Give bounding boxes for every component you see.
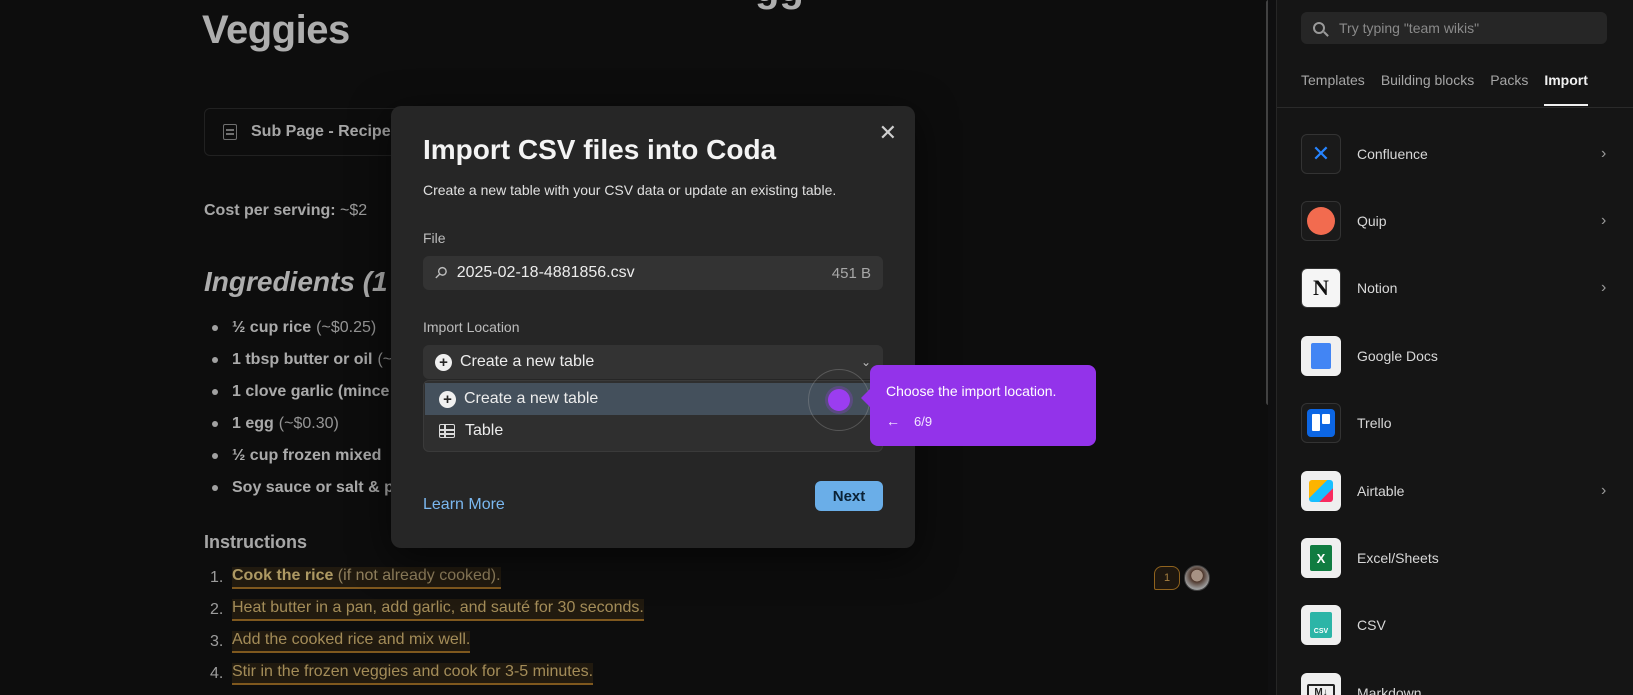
airtable-logo-icon	[1301, 470, 1341, 511]
next-button[interactable]: Next	[815, 481, 883, 511]
menu-item-label: Create a new table	[464, 390, 599, 407]
panel-tabs: Templates Building blocks Packs Import	[1301, 68, 1588, 106]
menu-item-label: Table	[465, 422, 504, 439]
insert-panel: Templates Building blocks Packs Import ✕…	[1276, 0, 1633, 695]
google-docs-logo-icon	[1301, 335, 1341, 376]
import-item-confluence[interactable]: ✕ Confluence ›	[1301, 120, 1611, 187]
import-item-label: Google Docs	[1357, 347, 1438, 364]
chevron-right-icon: ›	[1601, 481, 1607, 499]
chevron-down-icon: ⌄	[860, 355, 871, 369]
back-arrow-icon[interactable]: ←	[886, 413, 900, 429]
import-item-label: Notion	[1357, 280, 1398, 297]
import-item-markdown[interactable]: M↓ Markdown	[1301, 659, 1611, 695]
learn-more-link[interactable]: Learn More	[423, 496, 505, 514]
search-input[interactable]	[1339, 20, 1579, 36]
tooltip-nav: ← 6/9	[886, 413, 1080, 429]
trello-logo-icon	[1301, 403, 1341, 444]
file-size: 451 B	[831, 264, 871, 282]
import-location-select[interactable]: + Create a new table ⌄	[423, 345, 883, 379]
tab-templates[interactable]: Templates	[1301, 68, 1365, 106]
dialog-title: Import CSV files into Coda	[423, 134, 777, 165]
import-item-airtable[interactable]: Airtable ›	[1301, 457, 1611, 524]
import-source-list: ✕ Confluence › Quip › N Notion › Google …	[1301, 120, 1611, 695]
guide-tooltip: Choose the import location. ← 6/9	[861, 365, 1096, 446]
tab-building-blocks[interactable]: Building blocks	[1381, 68, 1474, 106]
import-item-label: Markdown	[1357, 684, 1422, 695]
import-location-label: Import Location	[423, 319, 520, 335]
plus-circle-icon: +	[435, 353, 452, 371]
import-item-label: Excel/Sheets	[1357, 550, 1439, 567]
menu-item-table[interactable]: Table	[425, 415, 881, 447]
tooltip-text: Choose the import location.	[886, 383, 1057, 399]
hotspot-beacon[interactable]	[828, 389, 850, 411]
chevron-right-icon: ›	[1601, 279, 1607, 297]
import-item-label: Confluence	[1357, 145, 1428, 162]
selected-value: Create a new table	[460, 353, 595, 370]
import-item-excel-sheets[interactable]: X Excel/Sheets	[1301, 524, 1611, 591]
file-name: 2025-02-18-4881856.csv	[456, 264, 635, 281]
import-item-google-docs[interactable]: Google Docs	[1301, 322, 1611, 389]
import-item-label: Quip	[1357, 213, 1387, 230]
step-progress: 6/9	[914, 413, 933, 429]
import-item-label: Trello	[1357, 415, 1392, 432]
import-item-notion[interactable]: N Notion ›	[1301, 255, 1611, 322]
paperclip-icon: ⚲	[430, 263, 451, 284]
file-label: File	[423, 230, 446, 246]
chevron-right-icon: ›	[1601, 212, 1607, 230]
confluence-logo-icon: ✕	[1301, 133, 1341, 174]
markdown-logo-icon: M↓	[1301, 672, 1341, 695]
dialog-subtitle: Create a new table with your CSV data or…	[423, 182, 837, 198]
notion-logo-icon: N	[1301, 268, 1341, 309]
plus-circle-icon: +	[439, 390, 456, 408]
import-item-csv[interactable]: CSV CSV	[1301, 592, 1611, 659]
table-icon	[439, 424, 455, 438]
file-field: ⚲ 2025-02-18-4881856.csv 451 B	[423, 256, 883, 290]
close-icon[interactable]: ✕	[879, 122, 897, 144]
tab-packs[interactable]: Packs	[1490, 68, 1528, 106]
csv-logo-icon: CSV	[1301, 605, 1341, 646]
search-box[interactable]	[1301, 12, 1607, 44]
chevron-right-icon: ›	[1601, 144, 1607, 162]
import-item-label: CSV	[1357, 617, 1386, 634]
tab-import[interactable]: Import	[1544, 68, 1588, 106]
search-icon	[1313, 22, 1325, 34]
excel-logo-icon: X	[1301, 538, 1341, 579]
quip-logo-icon	[1301, 201, 1341, 242]
divider	[1277, 107, 1633, 108]
import-csv-dialog: ✕ Import CSV files into Coda Create a ne…	[391, 106, 915, 548]
import-item-label: Airtable	[1357, 482, 1405, 499]
import-item-trello[interactable]: Trello	[1301, 390, 1611, 457]
import-item-quip[interactable]: Quip ›	[1301, 187, 1611, 254]
